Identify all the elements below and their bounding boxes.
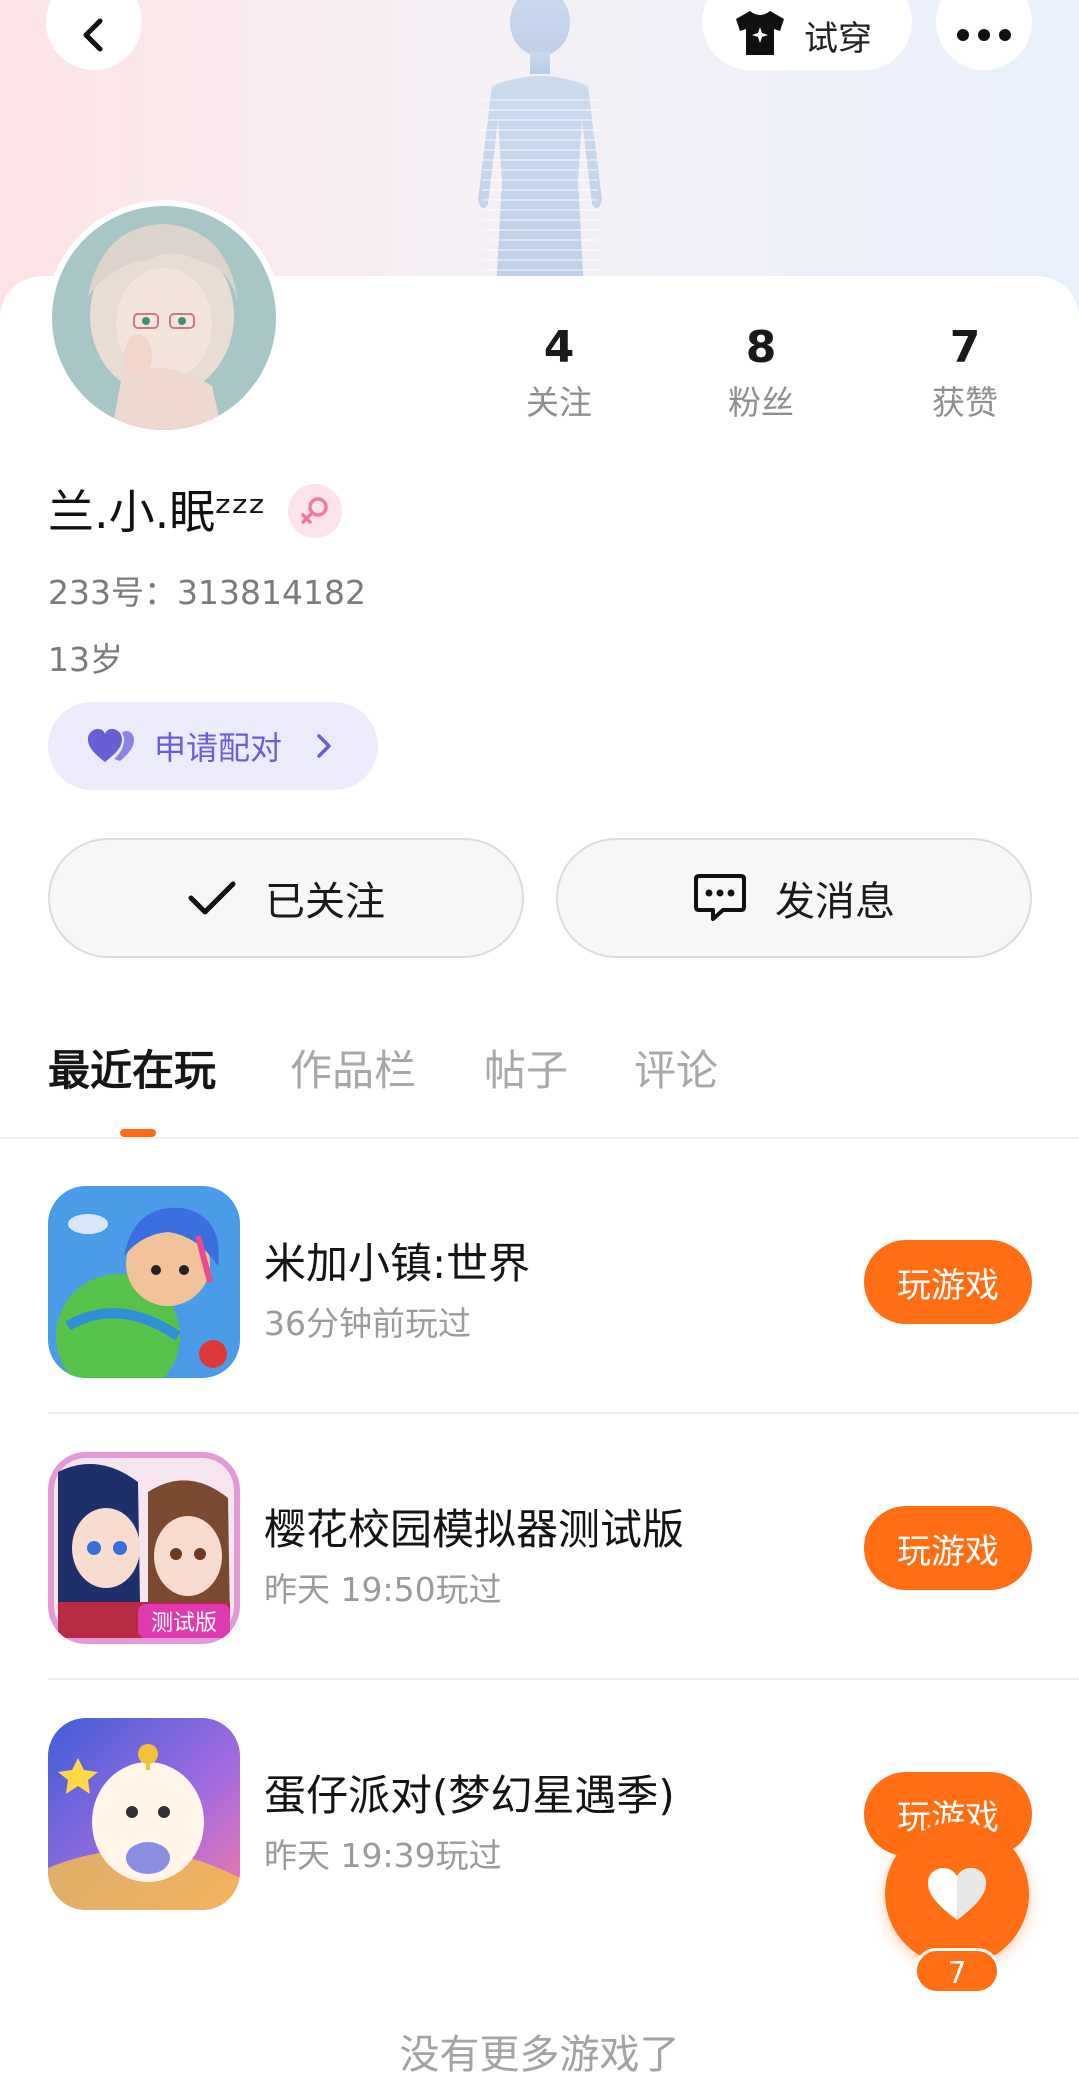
apply-pair-button[interactable]: 申请配对 [48, 702, 378, 790]
content-tabs: 最近在玩 作品栏 帖子 评论 [0, 1040, 1079, 1136]
stat-label: 获赞 [932, 383, 998, 422]
like-count-badge: 7 [914, 1948, 1000, 1994]
game-icon-miga-town [48, 1186, 240, 1378]
game-icon-eggy-party [48, 1718, 240, 1910]
followed-button[interactable]: 已关注 [48, 838, 524, 958]
row-divider [48, 1678, 1079, 1680]
active-tab-indicator [120, 1129, 156, 1137]
stat-value: 4 [543, 322, 575, 373]
game-icon-sakura-school: 测试版 [48, 1452, 240, 1644]
check-icon [188, 881, 236, 915]
apply-pair-label: 申请配对 [154, 729, 283, 767]
game-last-played: 昨天 19:50玩过 [264, 1570, 502, 1609]
user-age: 13岁 [48, 640, 123, 679]
shirt-sparkle-icon [732, 0, 788, 61]
svg-text:测试版: 测试版 [151, 1611, 217, 1636]
row-divider [48, 1412, 1079, 1414]
avatar-figure-silhouette [478, 0, 602, 290]
like-button[interactable] [885, 1822, 1029, 1966]
game-title: 樱花校园模拟器测试版 [264, 1505, 685, 1554]
no-more-games-text: 没有更多游戏了 [399, 2032, 680, 2078]
heart-pair-icon [88, 729, 134, 762]
game-last-played: 36分钟前玩过 [264, 1304, 471, 1343]
stat-value: 8 [745, 322, 777, 373]
user-id: 233号：313814182 [48, 573, 366, 612]
anime-girl-avatar [52, 206, 276, 430]
stat-value: 7 [949, 322, 981, 373]
more-dots-icon [957, 29, 1011, 41]
followed-label: 已关注 [265, 879, 385, 925]
chevron-right-icon [317, 734, 331, 758]
chevron-left-icon [83, 18, 103, 52]
nickname: 兰.小.眠ᶻᶻᶻ [48, 485, 266, 539]
tab-comments[interactable]: 评论 [634, 1040, 718, 1102]
heart-icon [928, 1868, 986, 1920]
avatar[interactable] [46, 200, 282, 436]
send-message-label: 发消息 [775, 879, 895, 925]
tab-posts[interactable]: 帖子 [484, 1040, 568, 1102]
tab-works[interactable]: 作品栏 [290, 1040, 416, 1102]
tab-recently-played[interactable]: 最近在玩 [48, 1040, 216, 1102]
tab-divider [0, 1137, 1079, 1139]
stat-following[interactable]: 4 关注 [494, 318, 624, 428]
tryon-button[interactable]: 试穿 [702, 0, 912, 70]
play-game-button[interactable]: 玩游戏 [864, 1506, 1032, 1590]
game-title: 米加小镇:世界 [264, 1239, 531, 1288]
game-title: 蛋仔派对(梦幻星遇季) [264, 1771, 675, 1820]
stat-followers[interactable]: 8 粉丝 [696, 318, 826, 428]
stat-likes[interactable]: 7 获赞 [900, 318, 1030, 428]
female-icon [288, 484, 342, 538]
play-game-button[interactable]: 玩游戏 [864, 1240, 1032, 1324]
stat-label: 粉丝 [728, 383, 794, 422]
send-message-button[interactable]: 发消息 [556, 838, 1032, 958]
tryon-label: 试穿 [804, 18, 872, 59]
game-last-played: 昨天 19:39玩过 [264, 1836, 502, 1875]
stat-label: 关注 [526, 383, 592, 422]
chat-bubble-icon [694, 874, 746, 921]
